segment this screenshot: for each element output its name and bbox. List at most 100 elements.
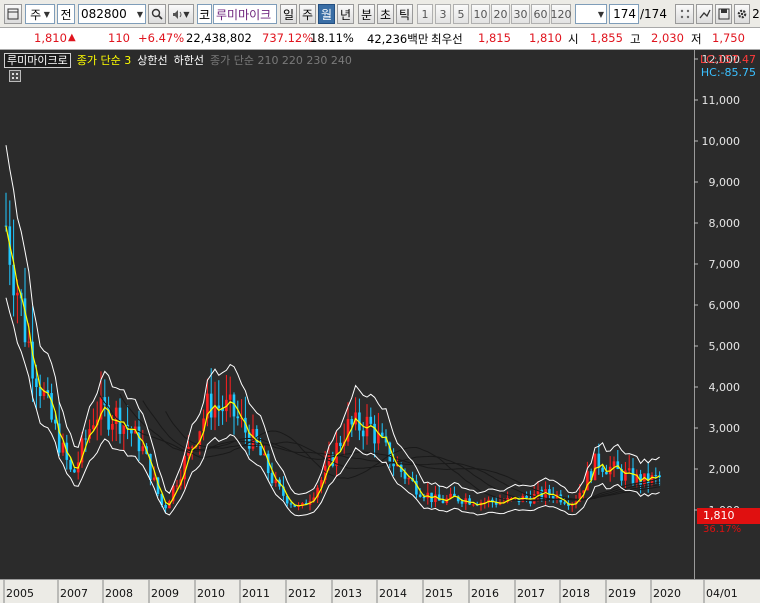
interval-3-button[interactable]: 3 xyxy=(435,4,451,24)
candle-body xyxy=(84,438,88,440)
search-icon xyxy=(151,8,163,20)
period-day-label: 일 xyxy=(282,7,295,22)
chart-canvas[interactable]: 12,00011,00010,0009,0008,0007,0006,0005,… xyxy=(0,50,760,603)
page-total-label: /174 xyxy=(640,4,670,24)
high-price: 2,030 xyxy=(651,31,684,45)
candle-body xyxy=(228,394,232,400)
grid-dots-button[interactable] xyxy=(675,4,694,24)
field-button[interactable]: 전 xyxy=(57,4,75,24)
interval-1-button[interactable]: 1 xyxy=(417,4,433,24)
best-bid: 1,810 xyxy=(529,31,562,45)
period-day-button[interactable]: 일 xyxy=(280,4,297,24)
candle-body xyxy=(361,430,365,437)
interval-3-label: 3 xyxy=(439,7,447,21)
search-button[interactable] xyxy=(148,4,166,24)
interval-5-label: 5 xyxy=(457,7,465,21)
candle-body xyxy=(350,419,354,425)
period-second-label: 초 xyxy=(379,7,392,22)
stock-name-field[interactable]: 루미마이크 xyxy=(213,4,277,24)
current-pct-marker: 36.17% xyxy=(703,524,742,535)
period-month-button[interactable]: 월 xyxy=(318,4,335,24)
extra-value: 2 xyxy=(752,7,760,21)
candle-body xyxy=(612,461,616,467)
x-tick-label: 2020 xyxy=(653,587,681,600)
x-tick-label: 2007 xyxy=(60,587,88,600)
stock-code-input[interactable]: 082800 ▼ xyxy=(78,4,146,24)
y-tick-label: 3,000 xyxy=(709,422,741,435)
candle-body xyxy=(27,341,31,343)
candle-body xyxy=(54,419,57,424)
interval-20-label: 20 xyxy=(493,7,508,21)
candle-body xyxy=(111,424,114,430)
period-week-button[interactable]: 주 xyxy=(299,4,316,24)
draw-line-button[interactable] xyxy=(696,4,713,24)
candle-body xyxy=(654,475,658,477)
candle-body xyxy=(407,478,411,480)
save-button[interactable] xyxy=(715,4,732,24)
interval-120-button[interactable]: 120 xyxy=(551,4,572,24)
interval-60-label: 60 xyxy=(533,7,548,21)
candle-body xyxy=(73,469,76,473)
candle-body xyxy=(236,416,240,419)
stock-code-value: 082800 xyxy=(81,7,127,21)
candle-body xyxy=(627,468,631,471)
x-tick-label: 2013 xyxy=(334,587,362,600)
period-tick-button[interactable]: 틱 xyxy=(396,4,413,24)
y-tick-label: 4,000 xyxy=(709,381,741,394)
best-quote-label: 최우선 xyxy=(431,32,463,46)
period-type-value: 주 xyxy=(30,7,42,22)
x-tick-label: 04/01 xyxy=(706,587,738,600)
period-type-select[interactable]: 주 ▼ xyxy=(25,4,55,24)
candle-body xyxy=(643,473,646,485)
chevron-down-icon: ▼ xyxy=(41,9,50,19)
interval-60-button[interactable]: 60 xyxy=(531,4,550,24)
sound-toggle-button[interactable]: ▼ xyxy=(168,4,194,24)
current-price-marker: 1,810 xyxy=(697,508,760,524)
period-month-label: 월 xyxy=(320,7,333,22)
interval-30-label: 30 xyxy=(513,7,528,21)
interval-30-button[interactable]: 30 xyxy=(511,4,530,24)
period-minute-button[interactable]: 분 xyxy=(358,4,375,24)
chart-stock-name[interactable]: 루미마이크로 xyxy=(4,52,71,68)
field-label: 전 xyxy=(60,7,72,22)
candle-body xyxy=(597,453,601,468)
period-year-button[interactable]: 년 xyxy=(337,4,354,24)
window-menu-icon[interactable] xyxy=(4,4,22,24)
interval-5-button[interactable]: 5 xyxy=(453,4,469,24)
interval-10-button[interactable]: 10 xyxy=(471,4,490,24)
period-year-label: 년 xyxy=(339,7,352,22)
y-tick-label: 9,000 xyxy=(709,176,741,189)
period-second-button[interactable]: 초 xyxy=(377,4,394,24)
candle-body xyxy=(392,463,395,467)
candle-body xyxy=(339,442,342,447)
best-ask: 1,815 xyxy=(478,31,511,45)
x-tick-label: 2008 xyxy=(105,587,133,600)
trendline-icon xyxy=(698,9,711,19)
y-tick-label: 8,000 xyxy=(709,217,741,230)
y-tick-label: 11,000 xyxy=(702,94,741,107)
market-label: 코 xyxy=(198,7,211,22)
upper-band-line xyxy=(5,145,660,495)
interval-1-label: 1 xyxy=(421,7,429,21)
interval-custom-select[interactable]: ▼ xyxy=(575,4,607,24)
legend-ma3[interactable]: 종가 단순 3 xyxy=(77,52,131,68)
page-count-input[interactable]: 174 xyxy=(609,4,639,24)
x-tick-label: 2018 xyxy=(562,587,590,600)
chart-grid-icon[interactable] xyxy=(9,70,21,82)
interval-10-label: 10 xyxy=(473,7,488,21)
price-chart[interactable]: 12,000 11,000 10,000 9,000 8,000 7,000 6,000 5,… xyxy=(0,50,760,603)
legend-upper-band[interactable]: 상한선 xyxy=(137,52,167,68)
lower-band-line xyxy=(5,297,660,517)
low-label: 저 xyxy=(691,32,702,46)
candle-body xyxy=(152,477,156,480)
settings-button[interactable] xyxy=(734,4,750,24)
chart-toolbar: 주 ▼ 전 082800 ▼ ▼ 코 루미마이크 일 주 월 년 분 초 틱 1 … xyxy=(0,0,760,28)
market-button[interactable]: 코 xyxy=(197,4,212,24)
lc-value: LC:157.47 xyxy=(699,53,756,66)
legend-lower-band[interactable]: 하한선 xyxy=(174,52,204,68)
legend-long-ma[interactable]: 종가 단순 210 220 230 240 xyxy=(210,52,352,68)
interval-20-button[interactable]: 20 xyxy=(491,4,510,24)
candle-body xyxy=(217,405,221,409)
y-tick-label: 7,000 xyxy=(709,258,741,271)
candle-body xyxy=(141,446,145,452)
